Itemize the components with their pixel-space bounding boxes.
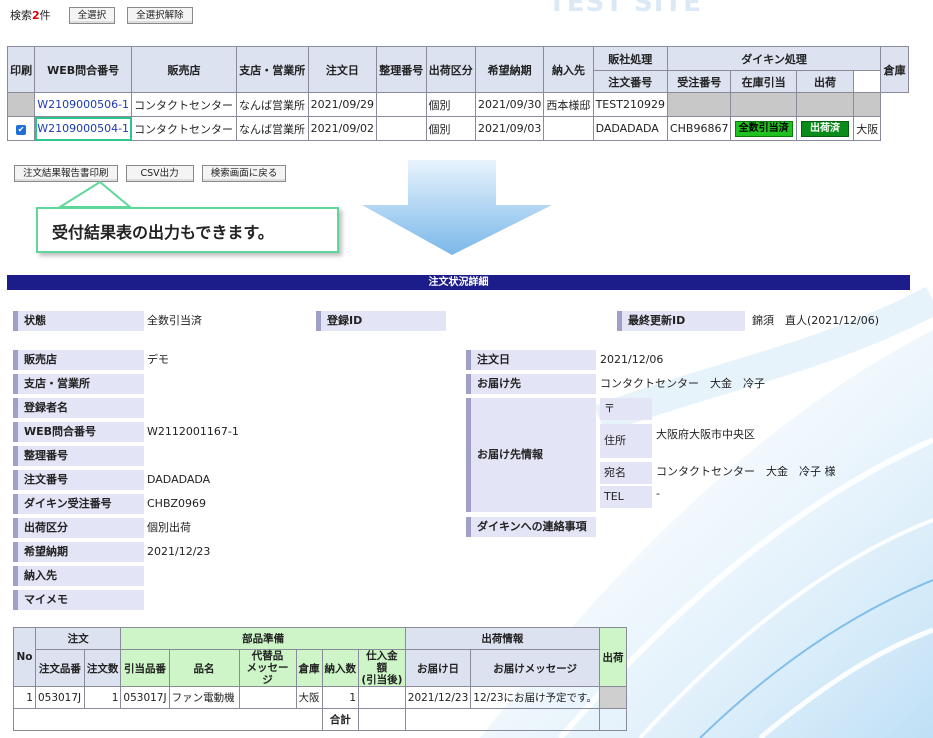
order-date-label: 注文日 — [466, 350, 596, 370]
deliver-msg-cell: 12/23にお届け予定です。 — [470, 686, 601, 709]
col-price: 仕入金額 (引当後) — [358, 649, 406, 687]
status-value: 全数引当済 — [147, 314, 202, 327]
col-deliver-qty: 納入数 — [321, 649, 360, 687]
desired-date-value: 2021/12/23 — [147, 545, 211, 558]
daikin-receipt-value: CHBZ0969 — [147, 497, 207, 510]
col-substitute: 代替品 メッセージ — [238, 649, 297, 687]
branch-label: 支店・営業所 — [13, 374, 144, 394]
registrant-label: 登録者名 — [13, 398, 144, 418]
col-ship-info: 出荷情報 — [404, 627, 601, 650]
col-name: 品名 — [168, 649, 240, 687]
tel-label: TEL — [600, 486, 652, 508]
deliver-to-label: 納入先 — [13, 566, 144, 586]
order-date-value: 2021/12/06 — [600, 353, 664, 366]
col-deliver-msg: お届けメッセージ — [470, 649, 601, 687]
ship-cell — [599, 686, 627, 709]
daikin-receipt-label: ダイキン受注番号 — [13, 494, 144, 514]
alloc-part-cell: 053017J — [120, 686, 170, 709]
substitute-cell — [238, 686, 297, 709]
reg-id-label: 登録ID — [316, 311, 446, 331]
contact-notes-label: ダイキンへの連絡事項 — [466, 517, 596, 537]
col-warehouse: 倉庫 — [295, 649, 323, 687]
address-value: 大阪府大阪市中央区 — [656, 428, 755, 441]
destination-value: コンタクトセンター 大金 冷子 — [600, 377, 765, 390]
blank-cell — [13, 708, 323, 731]
col-deliver-date: お届け日 — [404, 649, 472, 687]
total-label: 合計 — [321, 708, 360, 731]
desired-date-label: 希望納期 — [13, 542, 144, 562]
total-row: 合計 — [13, 708, 627, 731]
destination-info-label: お届け先情報 — [466, 398, 596, 512]
blank-cell — [404, 708, 601, 731]
col-order-qty: 注文数 — [83, 649, 122, 687]
status-label: 状態 — [13, 311, 144, 331]
order-no-label: 注文番号 — [13, 470, 144, 490]
order-part-cell: 053017J — [34, 686, 85, 709]
col-order: 注文 — [34, 627, 122, 650]
dealer-label: 販売店 — [13, 350, 144, 370]
tel-value: - — [656, 487, 660, 500]
ship-type-label: 出荷区分 — [13, 518, 144, 538]
address-label: 住所 — [600, 424, 652, 458]
zip-label: 〒 — [600, 398, 652, 420]
ref-no-label: 整理番号 — [13, 446, 144, 466]
col-order-part: 注文品番 — [34, 649, 85, 687]
order-no-value: DADADADA — [147, 473, 211, 486]
col-parts-prep: 部品準備 — [120, 627, 406, 650]
name-cell: ファン電動機 — [168, 686, 240, 709]
web-no-value: W2112001167-1 — [147, 425, 239, 438]
addressee-value: コンタクトセンター 大金 冷子 様 — [656, 465, 836, 478]
col-no: No — [13, 627, 36, 687]
destination-label: お届け先 — [466, 374, 596, 394]
warehouse-cell: 大阪 — [295, 686, 323, 709]
parts-table: No 注文 部品準備 出荷情報 出荷 注文品番 注文数 引当品番 品名 代替品 … — [13, 627, 627, 731]
total-price — [358, 708, 406, 731]
deliver-date-cell: 2021/12/23 — [404, 686, 472, 709]
last-update-id-value: 錦須 直人(2021/12/06) — [752, 314, 879, 327]
last-update-id-label: 最終更新ID — [617, 311, 745, 331]
ship-type-value: 個別出荷 — [147, 521, 191, 534]
addressee-label: 宛名 — [600, 462, 652, 484]
col-alloc-part: 引当品番 — [120, 649, 170, 687]
web-no-label: WEB問合番号 — [13, 422, 144, 442]
blank-cell — [599, 708, 627, 731]
no-cell: 1 — [13, 686, 36, 709]
col-ship: 出荷 — [599, 627, 627, 687]
price-cell — [358, 686, 406, 709]
dealer-value: デモ — [147, 353, 169, 366]
memo-label: マイメモ — [13, 590, 144, 610]
detail-title-bar: 注文状況詳細 — [7, 275, 910, 290]
deliver-qty-cell: 1 — [321, 686, 360, 709]
callout-note: 受付結果表の出力もできます。 — [36, 207, 339, 253]
order-qty-cell: 1 — [83, 686, 122, 709]
table-row: 1 053017J 1 053017J ファン電動機 大阪 1 2021/12/… — [13, 686, 627, 709]
